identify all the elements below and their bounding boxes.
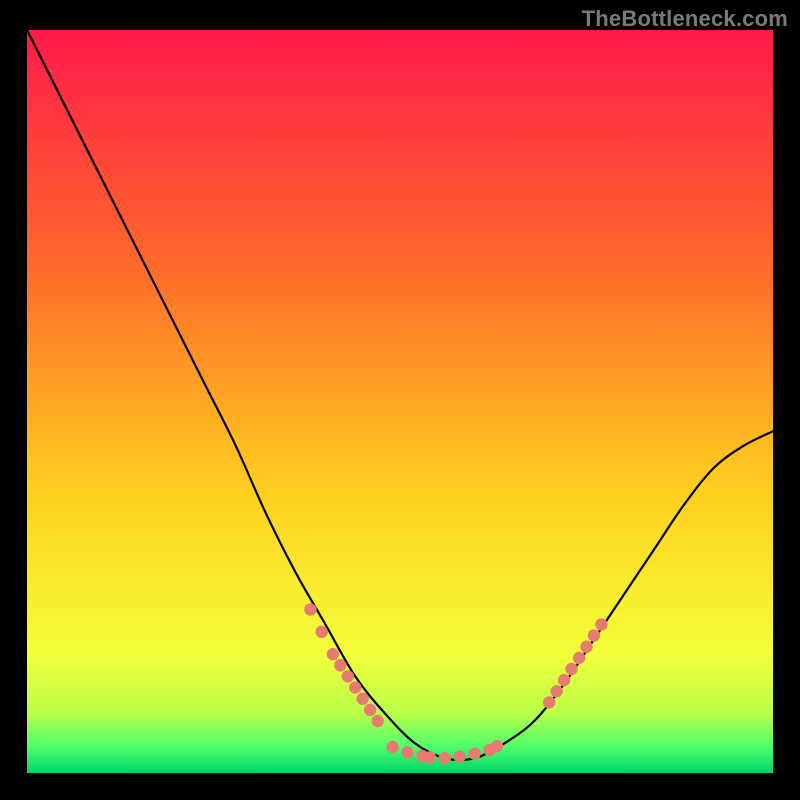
sample-dot	[595, 618, 607, 630]
sample-dot	[588, 629, 600, 641]
sample-dot	[424, 751, 436, 763]
sample-dot	[468, 747, 480, 759]
sample-dot	[401, 746, 413, 758]
bottleneck-chart	[0, 0, 800, 800]
sample-dot	[371, 715, 383, 727]
sample-dot	[573, 652, 585, 664]
sample-dot	[550, 685, 562, 697]
sample-dot	[349, 681, 361, 693]
plot-area	[27, 30, 773, 773]
sample-dot	[491, 740, 503, 752]
sample-dot	[364, 704, 376, 716]
sample-dot	[334, 659, 346, 671]
watermark-text: TheBottleneck.com	[582, 6, 788, 32]
sample-dot	[327, 648, 339, 660]
sample-dot	[304, 603, 316, 615]
sample-dot	[357, 693, 369, 705]
sample-dot	[386, 741, 398, 753]
sample-dot	[580, 640, 592, 652]
sample-dot	[558, 674, 570, 686]
sample-dot	[565, 663, 577, 675]
sample-dot	[439, 752, 451, 764]
sample-dot	[453, 750, 465, 762]
sample-dot	[342, 670, 354, 682]
chart-frame: TheBottleneck.com	[0, 0, 800, 800]
sample-dot	[543, 696, 555, 708]
sample-dot	[315, 626, 327, 638]
